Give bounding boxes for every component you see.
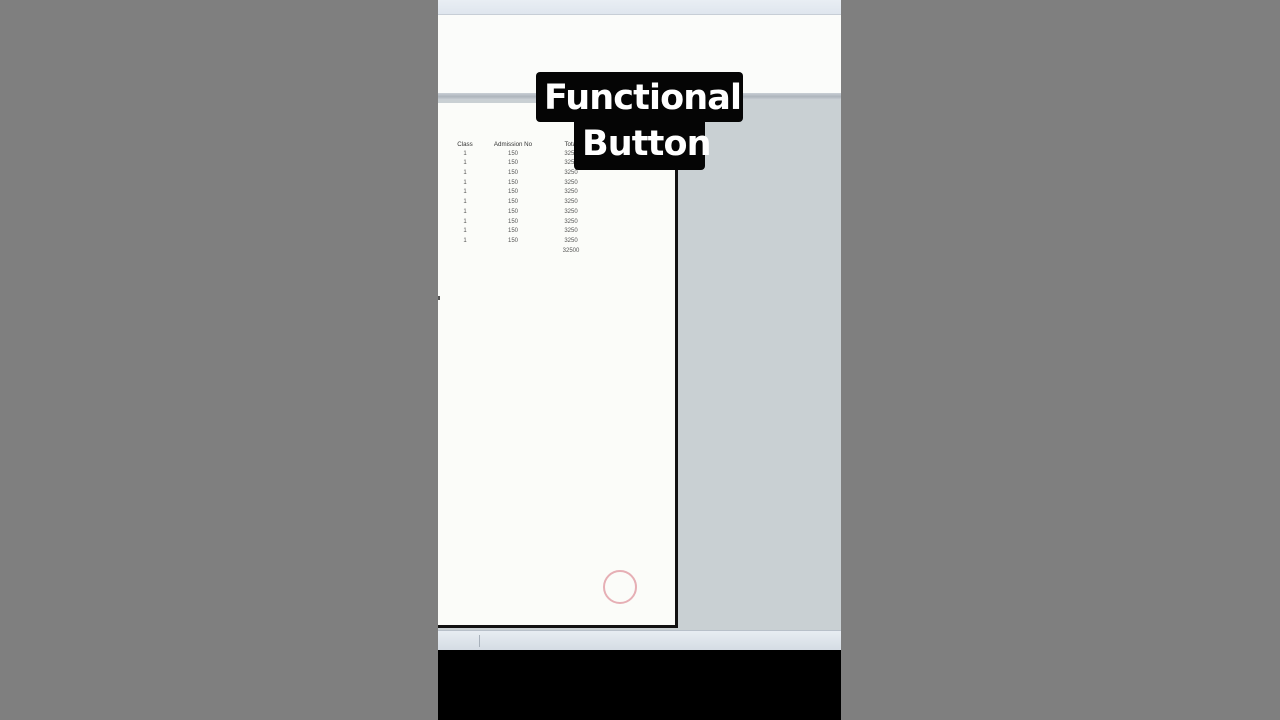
class-cell: 1 xyxy=(463,160,467,167)
click-indicator-icon xyxy=(603,570,637,604)
table-row: 1 150 3250 xyxy=(438,209,676,219)
class-cell: 1 xyxy=(463,170,467,177)
document-workspace[interactable]: Class Admission No Total 1 150 3250 1 150 32… xyxy=(438,100,841,661)
total-cell: 3250 xyxy=(564,218,578,225)
admission-no-cell: 150 xyxy=(507,208,518,215)
class-cell: 1 xyxy=(463,228,467,235)
total-cell: 3250 xyxy=(564,199,578,206)
admission-no-cell: 150 xyxy=(507,150,518,157)
class-cell: 1 xyxy=(463,189,467,196)
caption-line-one: Functional xyxy=(536,72,743,122)
total-cell: 3250 xyxy=(564,237,578,244)
column-header-admission-no: Admission No xyxy=(493,141,533,148)
table-row: 1 150 3250 xyxy=(438,238,676,248)
admission-no-cell: 150 xyxy=(507,237,518,244)
overlay-caption: Functional Button xyxy=(536,72,743,170)
total-cell: 3250 xyxy=(564,189,578,196)
grand-total-row: 32500 xyxy=(438,248,676,258)
admission-no-cell: 150 xyxy=(507,160,518,167)
admission-no-cell: 150 xyxy=(507,189,518,196)
caption-line-two: Button xyxy=(574,122,712,170)
class-cell: 1 xyxy=(463,208,467,215)
class-cell: 1 xyxy=(463,150,467,157)
grand-total-value: 32500 xyxy=(562,247,580,254)
status-divider xyxy=(479,635,480,647)
table-row: 1 150 3250 xyxy=(438,170,676,180)
video-bottom-bar xyxy=(438,650,841,720)
class-cell: 1 xyxy=(463,218,467,225)
class-cell: 1 xyxy=(463,199,467,206)
admission-no-cell: 150 xyxy=(507,199,518,206)
table-row: 1 150 3250 xyxy=(438,180,676,190)
admission-no-cell: 150 xyxy=(507,170,518,177)
table-row: 1 150 3250 xyxy=(438,219,676,229)
table-row: 1 150 3250 xyxy=(438,189,676,199)
window-title-bar xyxy=(438,0,841,15)
status-bar xyxy=(438,630,841,650)
class-cell: 1 xyxy=(463,237,467,244)
report-preview-page[interactable]: Class Admission No Total 1 150 3250 1 150 32… xyxy=(438,103,678,661)
admission-no-cell: 150 xyxy=(507,218,518,225)
class-cell: 1 xyxy=(463,179,467,186)
table-row: 1 150 3250 xyxy=(438,228,676,238)
column-header-class: Class xyxy=(457,141,473,148)
total-cell: 3250 xyxy=(564,170,578,177)
admission-no-cell: 150 xyxy=(507,228,518,235)
screen: Class Admission No Total 1 150 3250 1 150 32… xyxy=(0,0,1280,720)
total-cell: 3250 xyxy=(564,208,578,215)
total-cell: 3250 xyxy=(564,228,578,235)
page-edge-marker xyxy=(438,296,440,300)
admission-no-cell: 150 xyxy=(507,179,518,186)
table-row: 1 150 3250 xyxy=(438,199,676,209)
total-cell: 3250 xyxy=(564,179,578,186)
